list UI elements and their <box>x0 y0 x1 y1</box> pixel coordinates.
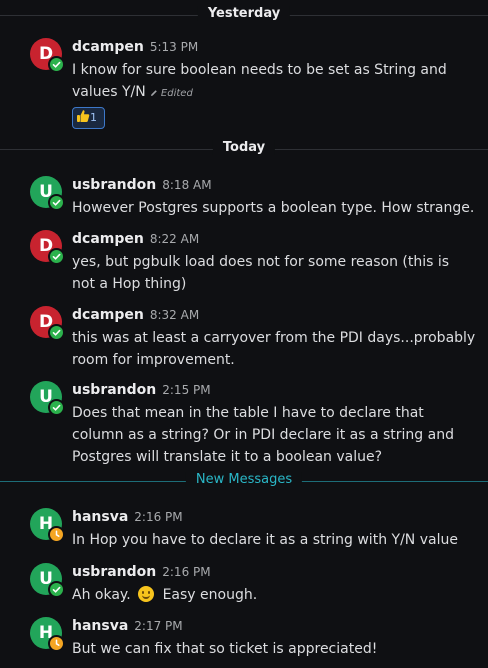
thumbs-up-icon <box>77 110 90 122</box>
message-text-content: I know for sure boolean needs to be set … <box>72 62 447 100</box>
username[interactable]: usbrandon <box>72 564 156 580</box>
message-text: yes, but pgbulk load does not for some r… <box>72 254 450 292</box>
message-text: Ah okay. Easy enough. <box>72 584 476 606</box>
message-header: usbrandon 2:16 PM <box>72 561 211 580</box>
username[interactable]: dcampen <box>72 231 144 247</box>
timestamp[interactable]: 2:15 PM <box>162 383 210 397</box>
message-text: In Hop you have to declare it as a strin… <box>72 532 458 548</box>
avatar[interactable]: H <box>30 508 65 543</box>
status-online-icon <box>48 399 65 416</box>
status-away-icon <box>48 526 65 543</box>
reaction-thumbs-up[interactable]: 1 <box>72 107 105 129</box>
status-away-icon <box>48 635 65 652</box>
timestamp[interactable]: 2:17 PM <box>134 619 182 633</box>
reaction-count: 1 <box>90 111 97 124</box>
status-online-icon <box>48 248 65 265</box>
pencil-icon <box>150 90 157 96</box>
message-header: dcampen 5:13 PM <box>72 36 198 55</box>
message-text-after: Easy enough. <box>162 587 258 603</box>
date-divider-today: Today <box>0 139 488 159</box>
username[interactable]: hansva <box>72 509 128 525</box>
message-header: hansva 2:16 PM <box>72 506 183 525</box>
avatar[interactable]: U <box>30 176 65 211</box>
timestamp[interactable]: 5:13 PM <box>150 40 198 54</box>
timestamp[interactable]: 8:18 AM <box>162 178 211 192</box>
avatar[interactable]: D <box>30 230 65 265</box>
slightly-smiling-face-icon <box>138 586 155 602</box>
message-text: However Postgres supports a boolean type… <box>72 200 475 216</box>
message-text: Does that mean in the table I have to de… <box>72 405 454 465</box>
message-header: dcampen 8:22 AM <box>72 228 199 247</box>
message-text: this was at least a carryover from the P… <box>72 330 476 368</box>
message-header: dcampen 8:32 AM <box>72 304 199 323</box>
message-text: But we can fix that so ticket is appreci… <box>72 641 378 657</box>
timestamp[interactable]: 2:16 PM <box>134 510 182 524</box>
status-online-icon <box>48 194 65 211</box>
date-divider-yesterday: Yesterday <box>0 5 488 25</box>
username[interactable]: dcampen <box>72 39 144 55</box>
username[interactable]: dcampen <box>72 307 144 323</box>
username[interactable]: usbrandon <box>72 177 156 193</box>
message-text: I know for sure boolean needs to be set … <box>72 59 476 105</box>
status-online-icon <box>48 56 65 73</box>
edited-indicator: Edited <box>150 88 193 99</box>
date-divider-label: Today <box>212 140 276 155</box>
avatar[interactable]: U <box>30 563 65 598</box>
username[interactable]: usbrandon <box>72 382 156 398</box>
status-online-icon <box>48 581 65 598</box>
status-online-icon <box>48 324 65 341</box>
timestamp[interactable]: 2:16 PM <box>162 565 210 579</box>
avatar[interactable]: H <box>30 617 65 652</box>
date-divider-label: Yesterday <box>197 6 291 21</box>
message-header: usbrandon 8:18 AM <box>72 174 212 193</box>
timestamp[interactable]: 8:32 AM <box>150 308 199 322</box>
username[interactable]: hansva <box>72 618 128 634</box>
message-header: usbrandon 2:15 PM <box>72 379 211 398</box>
avatar[interactable]: U <box>30 381 65 416</box>
message-header: hansva 2:17 PM <box>72 615 183 634</box>
new-messages-label: New Messages <box>185 472 303 487</box>
new-messages-divider: New Messages <box>0 471 488 491</box>
avatar[interactable]: D <box>30 38 65 73</box>
timestamp[interactable]: 8:22 AM <box>150 232 199 246</box>
edited-label: Edited <box>160 88 193 99</box>
message-text-before: Ah okay. <box>72 587 131 603</box>
avatar[interactable]: D <box>30 306 65 341</box>
